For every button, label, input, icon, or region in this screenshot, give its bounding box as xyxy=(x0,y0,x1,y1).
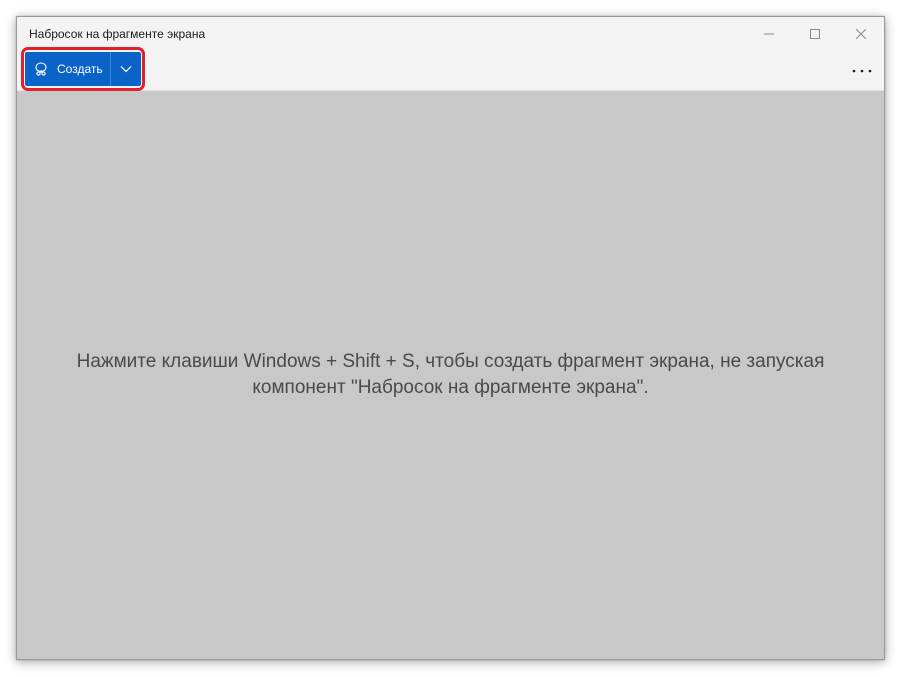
highlight-frame xyxy=(21,47,145,91)
close-icon xyxy=(856,29,866,39)
more-icon xyxy=(852,69,872,73)
minimize-button[interactable] xyxy=(746,17,792,51)
title-bar[interactable]: Набросок на фрагменте экрана xyxy=(17,17,884,51)
more-options-button[interactable] xyxy=(850,59,874,83)
toolbar: Создать xyxy=(17,47,884,91)
hint-line-1: Нажмите клавиши Windows + Shift + S, что… xyxy=(76,351,825,372)
app-window: Набросок на фрагменте экрана Создать Наж… xyxy=(16,16,885,660)
hint-text: Нажмите клавиши Windows + Shift + S, что… xyxy=(17,349,884,401)
minimize-icon xyxy=(764,33,774,35)
maximize-icon xyxy=(810,29,820,39)
maximize-button[interactable] xyxy=(792,17,838,51)
close-button[interactable] xyxy=(838,17,884,51)
window-controls xyxy=(746,17,884,51)
window-title: Набросок на фрагменте экрана xyxy=(29,27,206,41)
hint-line-2: компонент "Набросок на фрагменте экрана"… xyxy=(252,377,649,398)
content-area: Нажмите клавиши Windows + Shift + S, что… xyxy=(17,91,884,659)
